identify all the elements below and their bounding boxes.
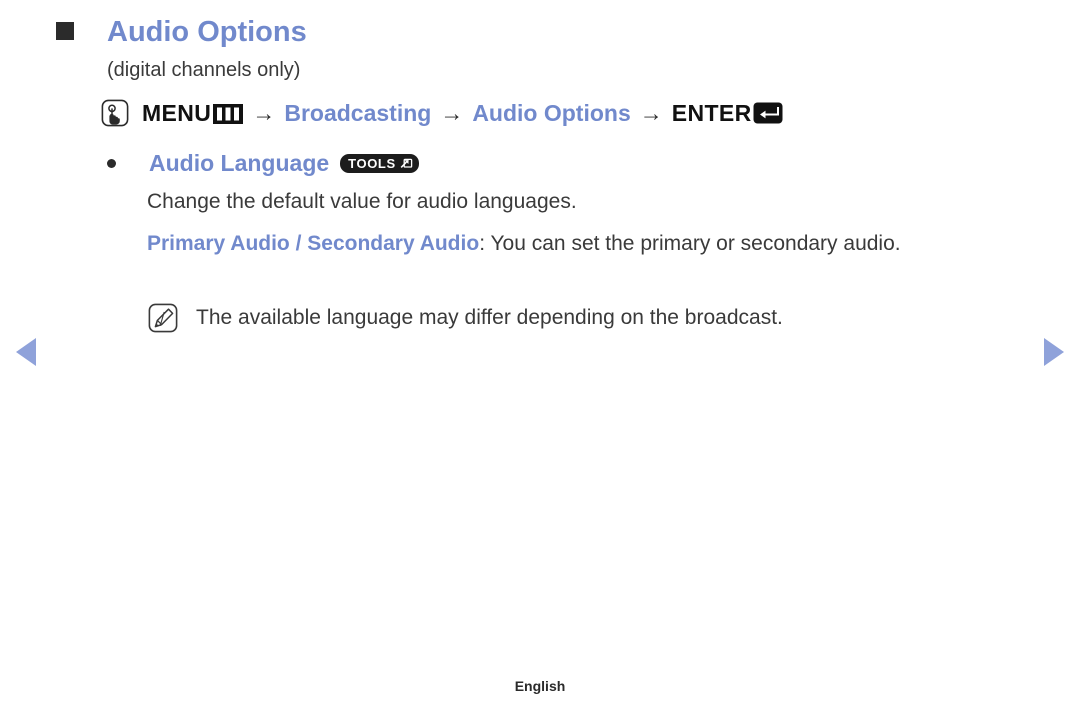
filled-square-icon (56, 22, 74, 40)
bullet-dot-icon (107, 159, 116, 168)
page-root: Audio Options (digital channels only) ME… (0, 0, 1080, 705)
menu-path-arrow-1: → (252, 99, 276, 126)
menu-path-step-broadcasting: Broadcasting (284, 99, 432, 126)
note-pencil-icon (148, 303, 178, 333)
menu-path-arrow-3: → (639, 99, 663, 126)
page-heading: Audio Options (56, 12, 307, 52)
menu-path-step-audio-options: Audio Options (472, 99, 631, 126)
hand-press-icon (101, 99, 129, 127)
next-arrow-icon[interactable] (1044, 338, 1064, 366)
item-audio-language: Audio Language TOOLS (107, 150, 419, 177)
item-option-paragraph: Primary Audio / Secondary Audio: You can… (147, 229, 1007, 259)
prev-arrow-icon[interactable] (16, 338, 36, 366)
item-description: Change the default value for audio langu… (147, 190, 577, 213)
tools-badge-label: TOOLS (348, 155, 396, 171)
menu-path-arrow-2: → (440, 99, 464, 126)
footer-language: English (514, 678, 566, 694)
tools-arrow-icon (399, 156, 413, 170)
page-subtitle: (digital channels only) (107, 59, 301, 81)
page-title: Audio Options (107, 16, 307, 48)
enter-return-icon (753, 102, 783, 124)
note-block: The available language may differ depend… (148, 303, 783, 333)
menu-path-step-enter: ENTER (671, 99, 752, 126)
item-option-body: : You can set the primary or secondary a… (479, 232, 901, 255)
note-text: The available language may differ depend… (196, 306, 783, 329)
tools-badge: TOOLS (340, 154, 419, 173)
item-label: Audio Language (149, 150, 330, 176)
menu-path: MENU → Broadcasting → Audio Options → EN… (101, 99, 783, 127)
item-option-title: Primary Audio / Secondary Audio (147, 232, 480, 255)
menu-path-step-menu: MENU (142, 99, 212, 126)
menu-bars-icon (213, 103, 244, 124)
